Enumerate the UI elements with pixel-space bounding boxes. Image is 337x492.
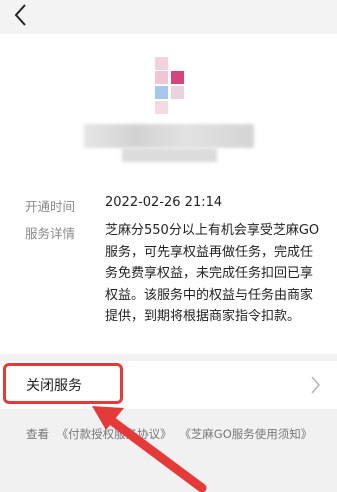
merchant-name-blurred xyxy=(84,124,254,148)
chevron-right-icon xyxy=(311,376,320,394)
open-time-label: 开通时间 xyxy=(25,199,76,214)
payment-agreement-link[interactable]: 《付款授权服务协议》 xyxy=(57,427,172,441)
footer-prefix: 查看 xyxy=(26,427,49,441)
chevron-left-icon[interactable] xyxy=(11,2,31,28)
highlight-box xyxy=(3,363,123,404)
zhima-go-terms-link[interactable]: 《芝麻GO服务使用须知》 xyxy=(179,427,312,441)
open-time-value: 2022-02-26 21:14 xyxy=(105,195,223,210)
agreement-links: 查看 《付款授权服务协议》 《芝麻GO服务使用须知》 xyxy=(26,426,316,442)
service-detail-text: 芝麻分550分以上有机会享受芝麻GO服务，可先享权益再做任务，完成任务免费享权益… xyxy=(105,223,320,324)
merchant-logo xyxy=(152,55,190,117)
top-bar xyxy=(0,0,337,34)
merchant-subtitle-blurred xyxy=(122,148,217,162)
service-detail-label: 服务详情 xyxy=(25,226,76,241)
